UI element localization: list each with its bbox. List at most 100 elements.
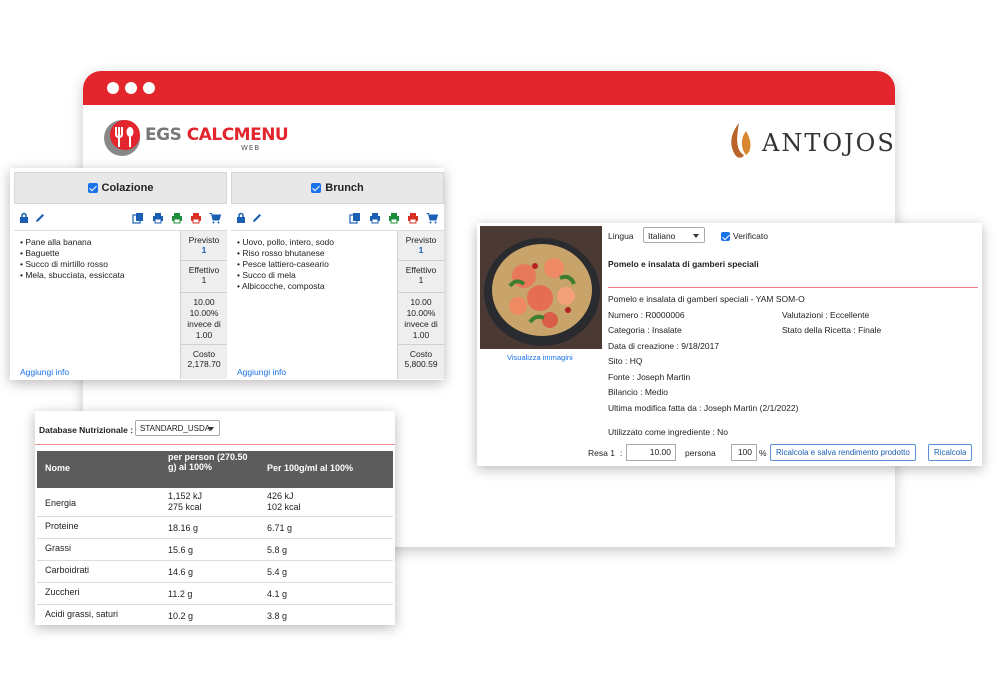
nutrition-db-label: Database Nutrizionale : [39,425,133,435]
copy-doc-icon[interactable] [349,212,361,224]
header-per-100: Per 100g/ml al 100% [267,463,354,473]
print-red-icon[interactable] [190,212,202,224]
per-person-value: 275 kcal [168,502,202,512]
flame-icon [731,123,751,158]
ratio-base: 1.00 [195,330,213,340]
recipe-photo-image [480,226,602,349]
browser-title-bar [83,71,895,105]
ratio-base: 1.00 [412,330,430,340]
recipe-number: Numero : R0000006 [608,310,685,320]
recipe-creation-date: Data di creazione : 9/18/2017 [608,341,720,351]
nutrition-table-header: Nome per person (270.50 g) al 100% Per 1… [37,451,393,488]
verified-checkbox[interactable]: Verificato [721,231,768,241]
recipe-detail-panel: Visualizza immagini Lingua Italiano Veri… [477,223,982,466]
meal-header: Colazione [14,172,227,204]
nutrient-name: Energia [45,498,77,508]
chevron-down-icon [693,234,699,238]
header-per-person: per person (270.50 g) al 100% [168,452,248,472]
nutrient-name: Acidi grassi, saturi [45,609,119,619]
cart-icon[interactable] [426,212,438,224]
per-person-value: 14.6 g [168,567,194,577]
checkbox-icon[interactable] [87,183,98,193]
list-item: Succo di mela [237,270,397,281]
window-dot-icon[interactable] [125,82,137,94]
per-100-value: 3.8 g [267,611,288,621]
source-label: Fonte : [608,372,637,382]
edit-pencil-icon[interactable] [251,212,263,224]
recalculate-button[interactable]: Ricalcola [928,444,973,461]
used-as-ingredient: Utilizzato come ingrediente : No [608,427,729,437]
recipe-site: Sito : HQ [608,356,643,366]
meal-column-brunch: Brunch Uovo, pollo, intero, sodo Riso ro… [231,172,444,379]
per-100-value: 102 kcal [267,502,301,512]
source-value: Joseph Martin [636,372,691,382]
view-images-link[interactable]: Visualizza immagini [507,353,573,362]
logo-egs: EGS [145,125,182,145]
yield-label: Resa 1 [588,448,615,458]
cart-icon[interactable] [209,212,221,224]
previsto-value[interactable]: 1 [181,245,227,255]
table-row: Zuccheri 11.2 g 4.1 g [37,583,393,605]
print-blue-icon[interactable] [152,212,164,224]
per-100-value: 4.1 g [267,589,288,599]
effettivo-value: 1 [418,275,424,285]
add-info-link[interactable]: Aggiungi info [20,367,69,377]
chevron-down-icon [208,427,214,431]
print-green-icon[interactable] [388,212,400,224]
verified-label: Verificato [733,231,768,241]
meal-item-list: Uovo, pollo, intero, sodo Riso rosso bhu… [237,237,397,292]
calcmenu-logo-icon [104,120,140,156]
antojos-logo: ANTOJOS [726,121,894,161]
recipe-rating: Valutazioni : Eccellente [782,310,870,320]
recipe-title: Pomelo e insalata di gamberi speciali [608,259,759,269]
checkbox-icon[interactable] [721,231,730,241]
costo-label: Costo [409,349,433,359]
copy-doc-icon[interactable] [132,212,144,224]
recipe-subtitle: Pomelo e insalata di gamberi speciali - … [608,294,805,304]
db-select-value: STANDARD_USDA [140,424,211,433]
print-blue-icon[interactable] [369,212,381,224]
costo-cell: Costo 5,800.59 [398,345,444,369]
ratio-instead: invece di [187,319,221,329]
previsto-cell: Previsto 1 [181,231,227,261]
nutrition-db-select[interactable]: STANDARD_USDA [135,420,220,436]
last-modified-date: (2/1/2022) [759,403,799,413]
ratio-cell: 10.00 10.00% invece di 1.00 [398,293,444,345]
add-info-link[interactable]: Aggiungi info [237,367,286,377]
recipe-photo[interactable] [480,226,602,349]
list-item: Pane alla banana [20,237,180,248]
lock-icon[interactable] [235,212,247,224]
edit-pencil-icon[interactable] [34,212,46,224]
calcmenu-logo-text: EGS CALCMENU [145,125,289,145]
per-person-value: 18.16 g [168,523,199,533]
percent-input[interactable]: 100 [731,444,757,461]
previsto-value[interactable]: 1 [398,245,444,255]
effettivo-label: Effettivo [405,265,437,275]
checkbox-icon[interactable] [311,183,322,193]
meal-toolbar [231,208,444,231]
last-modified-label: Ultima modifica fatta da : Joseph Martin [608,403,758,413]
list-item: Mela, sbucciata, essiccata [20,270,180,281]
divider [35,444,395,445]
meal-plan-panel: Colazione Pane alla banana Baguette Succ… [10,168,444,380]
per-person-value: 10.2 g [168,611,194,621]
window-dot-icon[interactable] [143,82,155,94]
yield-colon: : [620,448,623,458]
list-item: Uovo, pollo, intero, sodo [237,237,397,248]
recalculate-save-button[interactable]: Ricalcola e salva rendimento prodotto [770,444,916,461]
table-row: Carboidrati 14.6 g 5.4 g [37,561,393,583]
meal-header: Brunch [231,172,444,204]
print-green-icon[interactable] [171,212,183,224]
window-dot-icon[interactable] [107,82,119,94]
print-red-icon[interactable] [407,212,419,224]
previsto-label: Previsto [188,235,220,245]
effettivo-cell: Effettivo 1 [181,261,227,293]
persona-label: persona [685,448,716,458]
ratio-value: 10.00 [193,297,215,307]
lock-icon[interactable] [18,212,30,224]
language-select[interactable]: Italiano [643,227,705,243]
yield-input[interactable]: 10.00 [626,444,676,461]
list-item: Baguette [20,248,180,259]
meal-summary-column: Previsto 1 Effettivo 1 10.00 10.00% inve… [180,231,227,379]
effettivo-value: 1 [201,275,207,285]
